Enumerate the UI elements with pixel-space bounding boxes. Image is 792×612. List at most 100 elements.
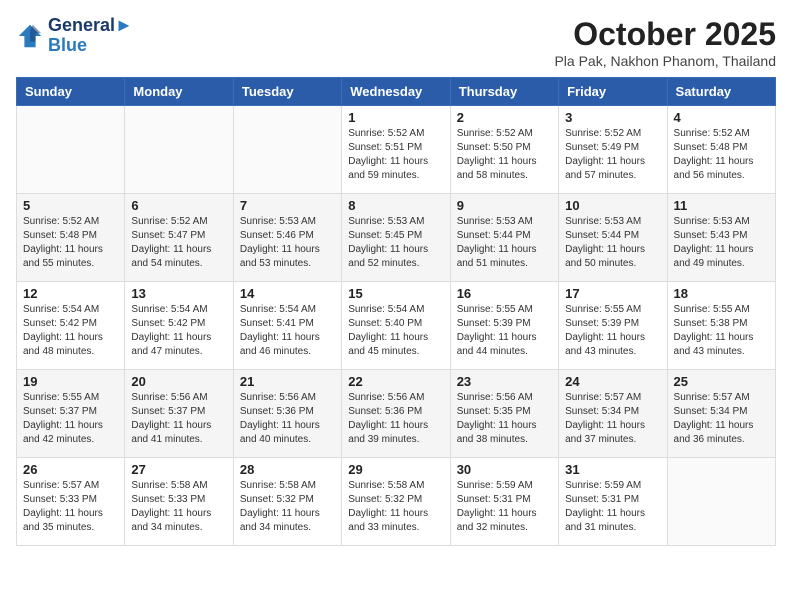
day-info: Sunrise: 5:54 AMSunset: 5:41 PMDaylight:… xyxy=(240,303,335,359)
day-number: 23 xyxy=(457,374,552,389)
calendar-cell xyxy=(17,106,125,194)
day-number: 16 xyxy=(457,286,552,301)
weekday-header-saturday: Saturday xyxy=(667,78,775,106)
calendar-cell: 28Sunrise: 5:58 AMSunset: 5:32 PMDayligh… xyxy=(233,458,341,546)
calendar-cell: 3Sunrise: 5:52 AMSunset: 5:49 PMDaylight… xyxy=(559,106,667,194)
day-info: Sunrise: 5:52 AMSunset: 5:48 PMDaylight:… xyxy=(674,127,769,183)
day-number: 21 xyxy=(240,374,335,389)
calendar-cell: 6 Sunrise: 5:52 AMSunset: 5:47 PMDaylight… xyxy=(125,194,233,282)
day-number: 26 xyxy=(23,462,118,477)
calendar-cell: 14 Sunrise: 5:54 AMSunset: 5:41 PMDayligh… xyxy=(233,282,341,370)
calendar-cell: 21 Sunrise: 5:56 AMSunset: 5:36 PMDayligh… xyxy=(233,370,341,458)
day-info: Sunrise: 5:53 AMSunset: 5:44 PMDaylight:… xyxy=(457,215,552,271)
day-number: 12 xyxy=(23,286,118,301)
calendar-cell: 2Sunrise: 5:52 AMSunset: 5:50 PMDaylight… xyxy=(450,106,558,194)
day-number: 31 xyxy=(565,462,660,477)
day-number: 14 xyxy=(240,286,335,301)
day-info: Sunrise: 5:52 AMSunset: 5:50 PMDaylight:… xyxy=(457,127,552,183)
location-subtitle: Pla Pak, Nakhon Phanom, Thailand xyxy=(554,53,776,69)
day-info: Sunrise: 5:54 AMSunset: 5:40 PMDaylight:… xyxy=(348,303,443,359)
day-number: 1 xyxy=(348,110,443,125)
weekday-header-thursday: Thursday xyxy=(450,78,558,106)
calendar-cell: 31 Sunrise: 5:59 AMSunset: 5:31 PMDayligh… xyxy=(559,458,667,546)
day-info: Sunrise: 5:58 AMSunset: 5:32 PMDaylight:… xyxy=(348,479,443,535)
calendar-cell: 26 Sunrise: 5:57 AMSunset: 5:33 PMDayligh… xyxy=(17,458,125,546)
calendar-cell: 7Sunrise: 5:53 AMSunset: 5:46 PMDaylight… xyxy=(233,194,341,282)
week-row-4: 19 Sunrise: 5:55 AMSunset: 5:37 PMDayligh… xyxy=(17,370,776,458)
day-number: 11 xyxy=(674,198,769,213)
day-info: Sunrise: 5:56 AMSunset: 5:37 PMDaylight:… xyxy=(131,391,226,447)
day-number: 3 xyxy=(565,110,660,125)
calendar-cell: 8Sunrise: 5:53 AMSunset: 5:45 PMDaylight… xyxy=(342,194,450,282)
weekday-header-monday: Monday xyxy=(125,78,233,106)
calendar-cell: 29Sunrise: 5:58 AMSunset: 5:32 PMDayligh… xyxy=(342,458,450,546)
day-info: Sunrise: 5:57 AMSunset: 5:33 PMDaylight:… xyxy=(23,479,118,535)
calendar-cell: 18Sunrise: 5:55 AMSunset: 5:38 PMDayligh… xyxy=(667,282,775,370)
calendar-cell: 20 Sunrise: 5:56 AMSunset: 5:37 PMDayligh… xyxy=(125,370,233,458)
week-row-3: 12 Sunrise: 5:54 AMSunset: 5:42 PMDayligh… xyxy=(17,282,776,370)
day-info: Sunrise: 5:57 AMSunset: 5:34 PMDaylight:… xyxy=(565,391,660,447)
calendar-cell: 9 Sunrise: 5:53 AMSunset: 5:44 PMDaylight… xyxy=(450,194,558,282)
day-info: Sunrise: 5:59 AMSunset: 5:31 PMDaylight:… xyxy=(457,479,552,535)
calendar-cell: 23Sunrise: 5:56 AMSunset: 5:35 PMDayligh… xyxy=(450,370,558,458)
day-number: 8 xyxy=(348,198,443,213)
day-number: 13 xyxy=(131,286,226,301)
day-info: Sunrise: 5:59 AMSunset: 5:31 PMDaylight:… xyxy=(565,479,660,535)
calendar-cell: 4 Sunrise: 5:52 AMSunset: 5:48 PMDaylight… xyxy=(667,106,775,194)
day-info: Sunrise: 5:52 AMSunset: 5:47 PMDaylight:… xyxy=(131,215,226,271)
day-number: 17 xyxy=(565,286,660,301)
calendar-cell xyxy=(233,106,341,194)
day-info: Sunrise: 5:58 AMSunset: 5:32 PMDaylight:… xyxy=(240,479,335,535)
day-info: Sunrise: 5:56 AMSunset: 5:36 PMDaylight:… xyxy=(348,391,443,447)
day-info: Sunrise: 5:55 AMSunset: 5:39 PMDaylight:… xyxy=(457,303,552,359)
day-info: Sunrise: 5:56 AMSunset: 5:36 PMDaylight:… xyxy=(240,391,335,447)
calendar-cell xyxy=(125,106,233,194)
weekday-header-friday: Friday xyxy=(559,78,667,106)
month-title: October 2025 xyxy=(554,16,776,53)
weekday-header-wednesday: Wednesday xyxy=(342,78,450,106)
calendar-cell: 13 Sunrise: 5:54 AMSunset: 5:42 PMDayligh… xyxy=(125,282,233,370)
calendar-cell xyxy=(667,458,775,546)
day-info: Sunrise: 5:53 AMSunset: 5:43 PMDaylight:… xyxy=(674,215,769,271)
day-number: 25 xyxy=(674,374,769,389)
calendar-cell: 16 Sunrise: 5:55 AMSunset: 5:39 PMDayligh… xyxy=(450,282,558,370)
day-number: 4 xyxy=(674,110,769,125)
calendar-table: SundayMondayTuesdayWednesdayThursdayFrid… xyxy=(16,77,776,546)
calendar-cell: 22 Sunrise: 5:56 AMSunset: 5:36 PMDayligh… xyxy=(342,370,450,458)
calendar-cell: 25 Sunrise: 5:57 AMSunset: 5:34 PMDayligh… xyxy=(667,370,775,458)
day-info: Sunrise: 5:55 AMSunset: 5:38 PMDaylight:… xyxy=(674,303,769,359)
day-info: Sunrise: 5:55 AMSunset: 5:39 PMDaylight:… xyxy=(565,303,660,359)
day-number: 24 xyxy=(565,374,660,389)
calendar-cell: 1 Sunrise: 5:52 AMSunset: 5:51 PMDaylight… xyxy=(342,106,450,194)
weekday-header-row: SundayMondayTuesdayWednesdayThursdayFrid… xyxy=(17,78,776,106)
day-number: 6 xyxy=(131,198,226,213)
calendar-cell: 15 Sunrise: 5:54 AMSunset: 5:40 PMDayligh… xyxy=(342,282,450,370)
weekday-header-sunday: Sunday xyxy=(17,78,125,106)
day-number: 9 xyxy=(457,198,552,213)
day-number: 15 xyxy=(348,286,443,301)
calendar-cell: 24 Sunrise: 5:57 AMSunset: 5:34 PMDayligh… xyxy=(559,370,667,458)
day-info: Sunrise: 5:55 AMSunset: 5:37 PMDaylight:… xyxy=(23,391,118,447)
logo: General► Blue xyxy=(16,16,133,56)
calendar-cell: 30 Sunrise: 5:59 AMSunset: 5:31 PMDayligh… xyxy=(450,458,558,546)
day-info: Sunrise: 5:52 AMSunset: 5:51 PMDaylight:… xyxy=(348,127,443,183)
calendar-cell: 12Sunrise: 5:54 AMSunset: 5:42 PMDayligh… xyxy=(17,282,125,370)
calendar-cell: 10Sunrise: 5:53 AMSunset: 5:44 PMDayligh… xyxy=(559,194,667,282)
day-number: 20 xyxy=(131,374,226,389)
day-info: Sunrise: 5:53 AMSunset: 5:46 PMDaylight:… xyxy=(240,215,335,271)
day-number: 22 xyxy=(348,374,443,389)
day-info: Sunrise: 5:54 AMSunset: 5:42 PMDaylight:… xyxy=(131,303,226,359)
logo-icon xyxy=(16,22,44,50)
day-info: Sunrise: 5:52 AMSunset: 5:48 PMDaylight:… xyxy=(23,215,118,271)
day-info: Sunrise: 5:57 AMSunset: 5:34 PMDaylight:… xyxy=(674,391,769,447)
day-number: 27 xyxy=(131,462,226,477)
day-number: 19 xyxy=(23,374,118,389)
page-header: General► Blue October 2025 Pla Pak, Nakh… xyxy=(16,16,776,69)
week-row-5: 26 Sunrise: 5:57 AMSunset: 5:33 PMDayligh… xyxy=(17,458,776,546)
day-number: 30 xyxy=(457,462,552,477)
calendar-cell: 11 Sunrise: 5:53 AMSunset: 5:43 PMDayligh… xyxy=(667,194,775,282)
calendar-cell: 17 Sunrise: 5:55 AMSunset: 5:39 PMDayligh… xyxy=(559,282,667,370)
weekday-header-tuesday: Tuesday xyxy=(233,78,341,106)
calendar-cell: 19 Sunrise: 5:55 AMSunset: 5:37 PMDayligh… xyxy=(17,370,125,458)
day-number: 10 xyxy=(565,198,660,213)
